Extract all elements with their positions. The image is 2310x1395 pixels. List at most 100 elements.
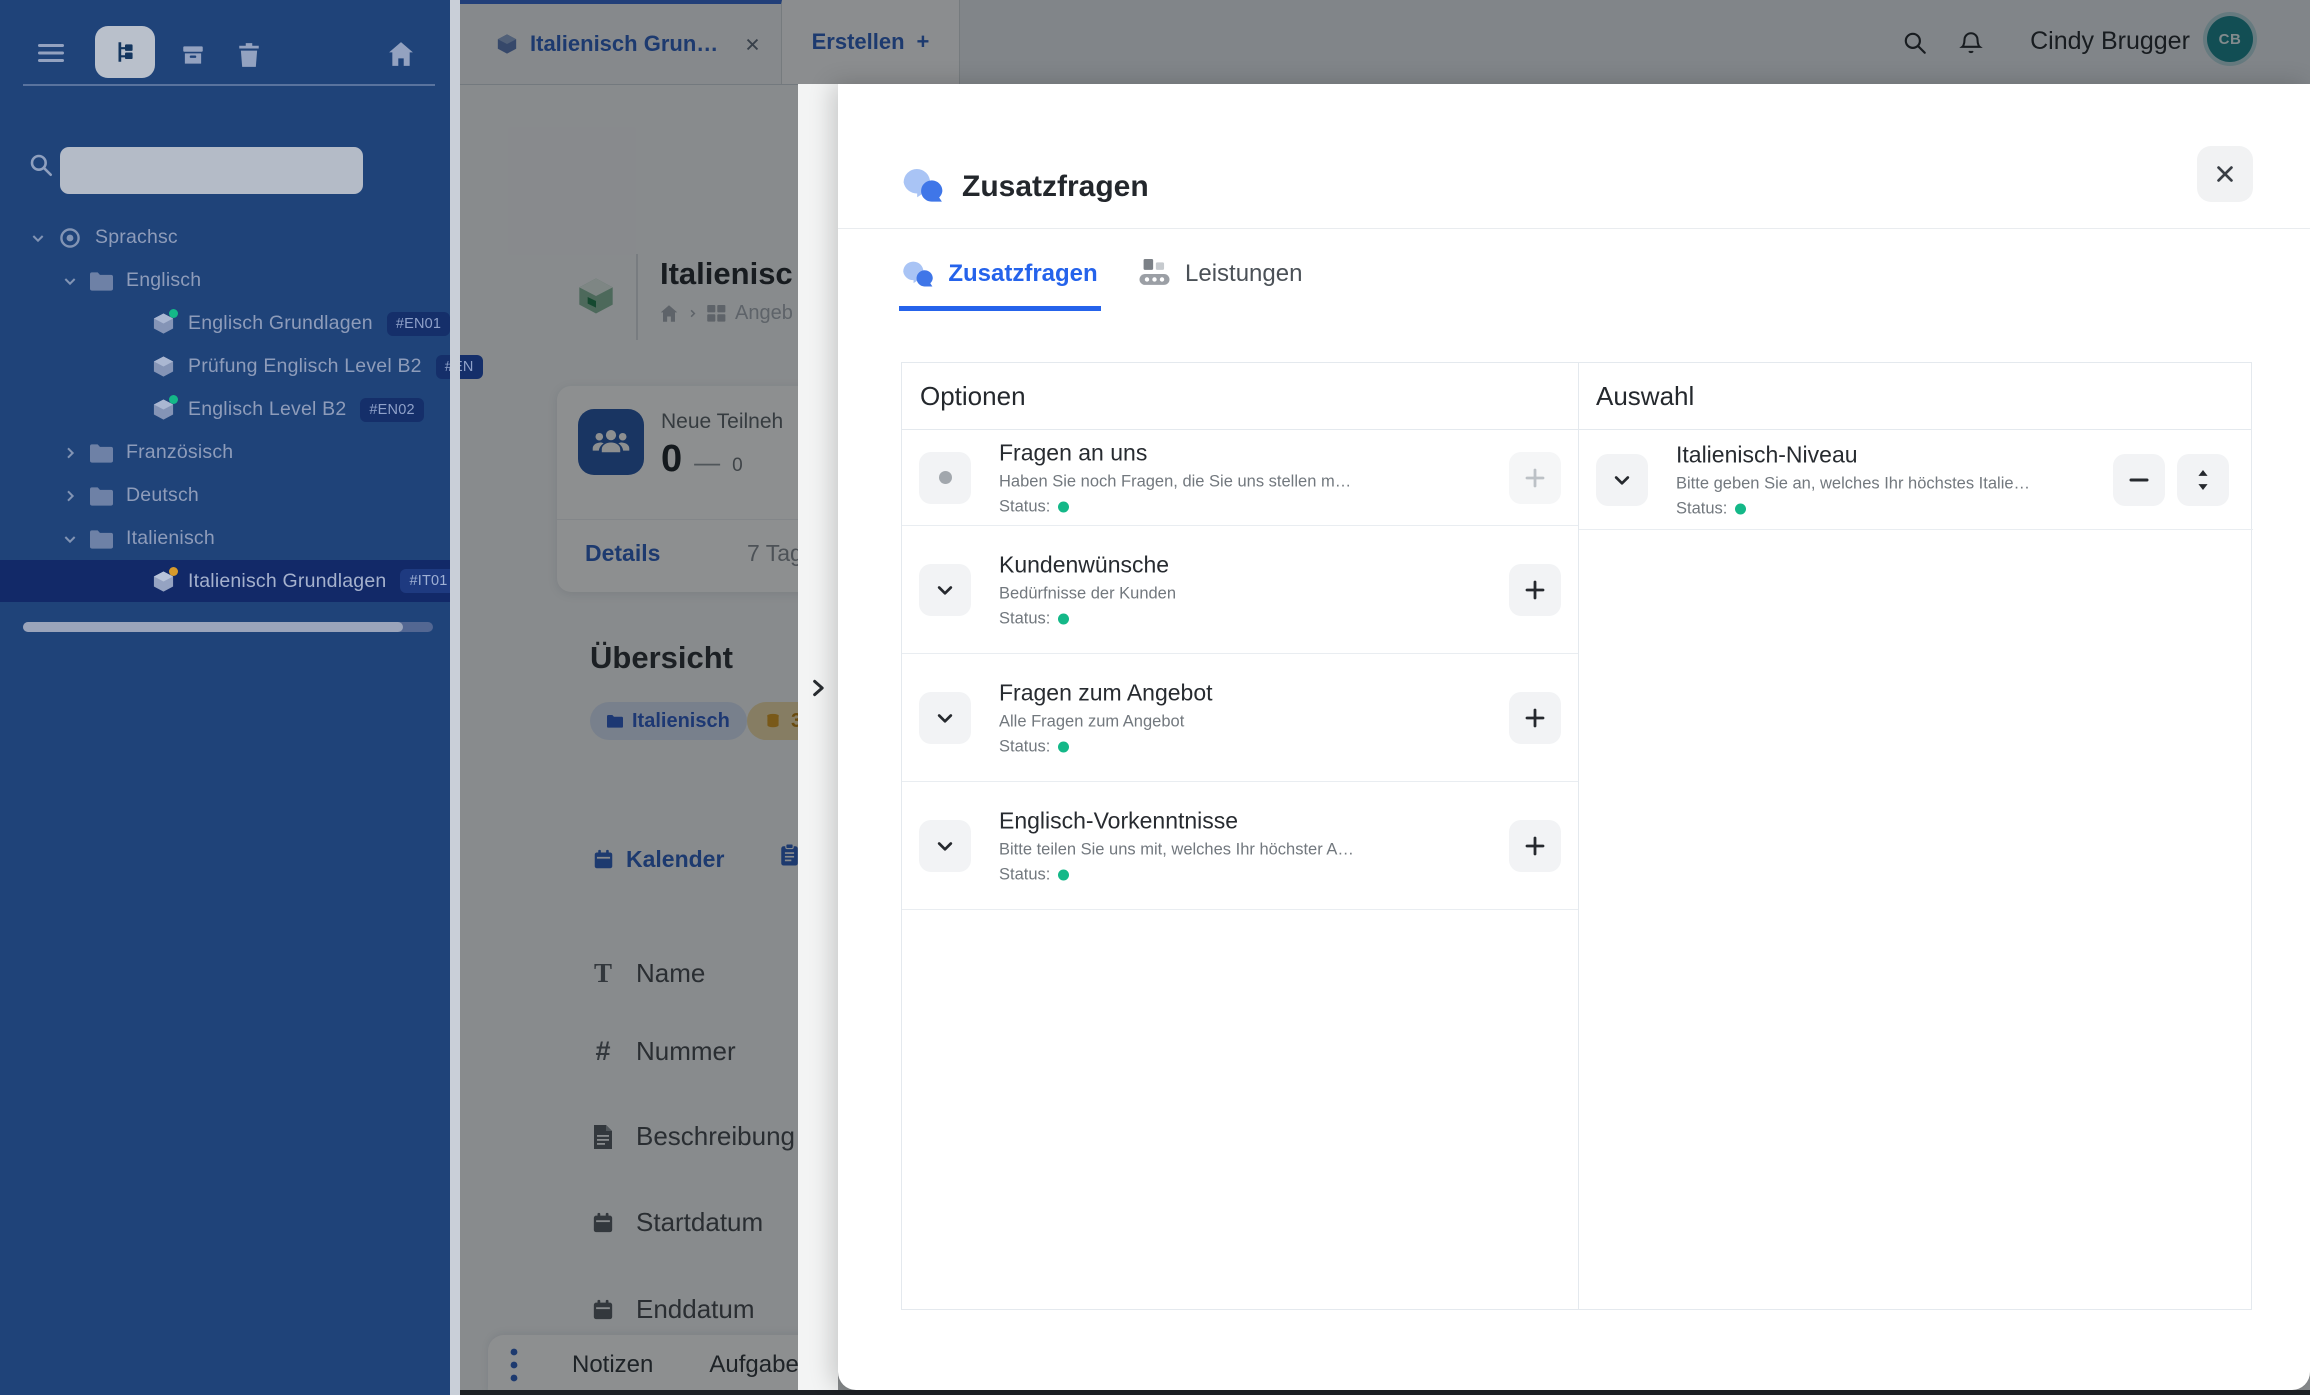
chevron-right-icon[interactable] — [62, 445, 78, 461]
chevron-down-icon — [935, 708, 955, 728]
tree-item-englisch[interactable]: Englisch — [0, 259, 460, 302]
package-icon — [152, 355, 175, 378]
chevron-right-icon — [808, 675, 828, 701]
archive-icon[interactable] — [180, 42, 206, 68]
tree-item-franzoesisch[interactable]: Französisch — [0, 431, 460, 474]
tree-icon — [112, 39, 138, 65]
package-icon — [152, 398, 175, 421]
folder-icon — [90, 271, 113, 291]
sidebar-divider — [23, 84, 435, 86]
modal-tab-zusatzfragen[interactable]: Zusatzfragen — [899, 242, 1101, 311]
chevron-down-icon — [935, 836, 955, 856]
status-dot-green — [1058, 741, 1069, 752]
tree-item-deutsch[interactable]: Deutsch — [0, 474, 460, 517]
tree-item-italienisch[interactable]: Italienisch — [0, 517, 460, 560]
sidebar-search-input[interactable] — [60, 147, 363, 194]
option-text: Kundenwünsche Bedürfnisse der Kunden Sta… — [999, 551, 1176, 628]
add-option-button — [1509, 452, 1561, 504]
expand-option-button[interactable] — [1596, 454, 1648, 506]
status-label: Status: — [1676, 499, 1727, 518]
zusatzfragen-modal: Zusatzfragen Zusatzfragen Leistungen Opt… — [838, 84, 2310, 1390]
option-row-fragen-zum-angebot: Fragen zum Angebot Alle Fragen zum Angeb… — [902, 654, 1578, 782]
modal-tab-label: Zusatzfragen — [948, 260, 1097, 288]
tree-item-label: Englisch Grundlagen — [188, 312, 373, 335]
remove-selection-button[interactable] — [2113, 454, 2165, 506]
status-label: Status: — [999, 497, 1050, 516]
option-description: Bedürfnisse der Kunden — [999, 584, 1176, 603]
selection-column-header: Auswahl — [1596, 363, 1694, 429]
tree-item-sprachschule[interactable]: Sprachsc — [0, 216, 460, 259]
tree-item-pruefung-englisch[interactable]: Prüfung Englisch Level B2 #EN — [0, 345, 460, 388]
modal-header-divider — [838, 228, 2310, 229]
plus-icon — [1523, 834, 1547, 858]
status-dot-green — [169, 309, 178, 318]
options-column-header: Optionen — [920, 363, 1026, 429]
package-icon — [152, 312, 175, 335]
plus-icon — [1523, 466, 1547, 490]
tree-item-label: Französisch — [126, 441, 233, 464]
modal-title: Zusatzfragen — [962, 170, 1149, 204]
chevron-down-icon[interactable] — [62, 531, 78, 547]
tree-view-button[interactable] — [95, 26, 155, 78]
status-dot-orange — [169, 567, 178, 576]
option-title: Kundenwünsche — [999, 551, 1176, 578]
chevron-down-icon[interactable] — [30, 230, 46, 246]
tree-item-badge: #EN01 — [387, 312, 450, 336]
tree-item-label: Italienisch Grundlagen — [188, 570, 386, 593]
folder-icon — [90, 529, 113, 549]
chevron-down-icon[interactable] — [62, 273, 78, 289]
minus-icon — [2127, 468, 2151, 492]
drawer-strip — [798, 84, 838, 1390]
dot-icon — [939, 471, 952, 484]
tree-item-badge: #EN02 — [360, 398, 423, 422]
add-option-button[interactable] — [1509, 692, 1561, 744]
tree-item-label: Italienisch — [126, 527, 215, 550]
option-title: Fragen an uns — [999, 439, 1351, 466]
tree-item-englisch-grundlagen[interactable]: Englisch Grundlagen #EN01 — [0, 302, 460, 345]
option-text: Fragen zum Angebot Alle Fragen zum Angeb… — [999, 679, 1213, 756]
tree-item-label: Englisch — [126, 269, 201, 292]
option-description: Haben Sie noch Fragen, die Sie uns stell… — [999, 472, 1351, 491]
tree-item-label: Sprachsc — [95, 226, 178, 249]
sidebar-vertical-scrollbar[interactable] — [450, 0, 460, 1395]
add-option-button[interactable] — [1509, 564, 1561, 616]
option-description: Alle Fragen zum Angebot — [999, 712, 1213, 731]
scrollbar-thumb[interactable] — [23, 622, 403, 632]
option-row-kundenwuensche: Kundenwünsche Bedürfnisse der Kunden Sta… — [902, 526, 1578, 654]
close-modal-button[interactable] — [2197, 146, 2253, 202]
add-option-button[interactable] — [1509, 820, 1561, 872]
status-dot-green — [1735, 503, 1746, 514]
chevron-down-icon — [935, 580, 955, 600]
navigation-tree: Sprachsc Englisch Englisch Grundlagen #E… — [0, 216, 460, 602]
folder-icon — [90, 443, 113, 463]
chevron-right-icon[interactable] — [62, 488, 78, 504]
expand-option-button[interactable] — [919, 564, 971, 616]
close-icon — [2214, 163, 2236, 185]
expand-option-button[interactable] — [919, 820, 971, 872]
status-label: Status: — [999, 737, 1050, 756]
selection-row-italienisch-niveau: Italienisch-Niveau Bitte geben Sie an, w… — [1579, 430, 2253, 530]
trash-icon[interactable] — [237, 42, 261, 68]
plus-icon — [1523, 706, 1547, 730]
sidebar: Sprachsc Englisch Englisch Grundlagen #E… — [0, 0, 460, 1395]
modal-tab-leistungen[interactable]: Leistungen — [1138, 242, 1302, 306]
chat-bubbles-icon — [902, 260, 934, 289]
menu-icon[interactable] — [38, 44, 64, 62]
tree-horizontal-scrollbar[interactable] — [23, 622, 433, 632]
home-icon[interactable] — [388, 42, 414, 66]
reorder-selection-button[interactable] — [2177, 454, 2229, 506]
selection-description: Bitte geben Sie an, welches Ihr höchstes… — [1676, 474, 2030, 493]
drag-handle-button[interactable] — [919, 452, 971, 504]
status-dot-green — [1058, 613, 1069, 624]
sidebar-search-icon — [28, 152, 54, 178]
tree-item-italienisch-grundlagen-selected[interactable]: Italienisch Grundlagen #IT01 — [0, 560, 460, 602]
option-text: Englisch-Vorkenntnisse Bitte teilen Sie … — [999, 807, 1354, 884]
plus-icon — [1523, 578, 1547, 602]
status-dot-green — [1058, 869, 1069, 880]
expand-drawer-button[interactable] — [802, 668, 834, 708]
organization-icon — [58, 226, 82, 250]
expand-option-button[interactable] — [919, 692, 971, 744]
status-dot-green — [169, 395, 178, 404]
option-row-englisch-vorkenntnisse: Englisch-Vorkenntnisse Bitte teilen Sie … — [902, 782, 1578, 910]
tree-item-englisch-level-b2[interactable]: Englisch Level B2 #EN02 — [0, 388, 460, 431]
